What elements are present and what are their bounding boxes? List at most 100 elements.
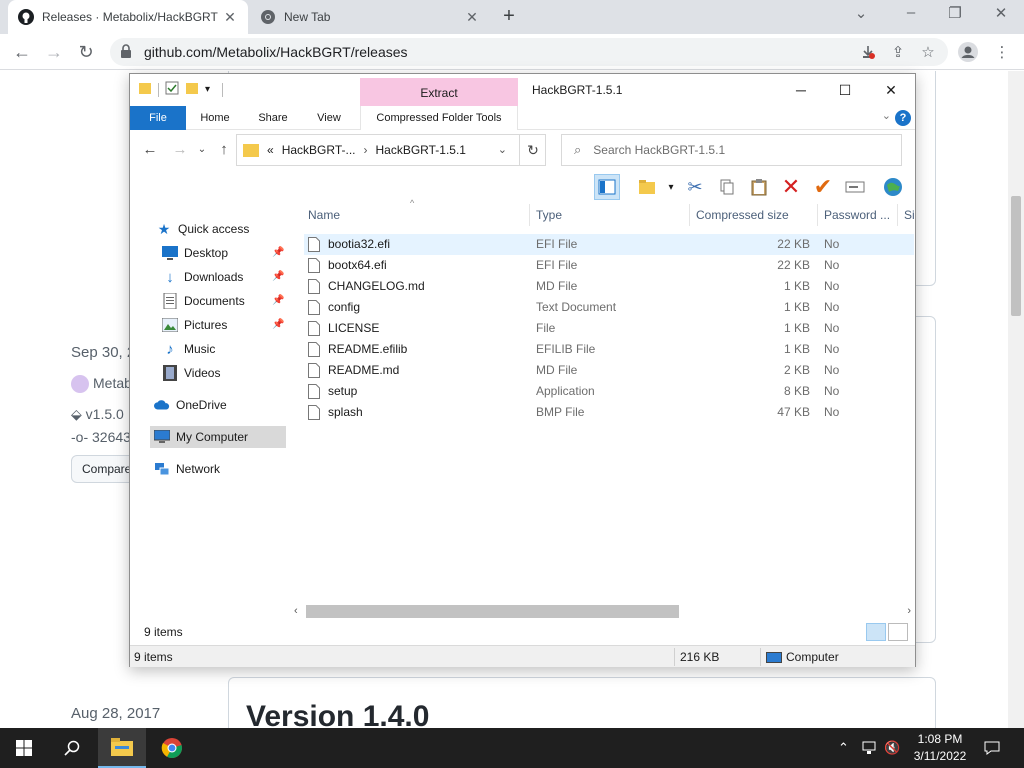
page-scrollbar[interactable] — [1008, 71, 1024, 728]
chevron-right-icon[interactable]: › — [363, 143, 367, 157]
cut-icon[interactable]: ✂ — [682, 174, 708, 200]
column-header-name[interactable]: Name — [308, 204, 528, 226]
breadcrumb-current[interactable]: HackBGRT-1.5.1 — [375, 143, 465, 157]
windows-start-icon[interactable] — [0, 728, 48, 768]
release-commit[interactable]: -o- 32643 — [71, 429, 131, 445]
paste-icon[interactable] — [746, 174, 772, 200]
close-tab-icon[interactable]: ✕ — [464, 9, 480, 26]
checkmark-icon[interactable]: ✔ — [810, 174, 836, 200]
address-bar[interactable]: github.com/Metabolix/HackBGRT/releases — [110, 38, 948, 66]
minimize-icon[interactable]: ─ — [786, 80, 816, 100]
globe-icon[interactable] — [880, 174, 906, 200]
forward-icon[interactable]: → — [170, 140, 190, 160]
share-icon[interactable]: ⇪ — [886, 40, 910, 64]
delete-icon[interactable]: ✕ — [778, 174, 804, 200]
file-explorer-taskbar-icon[interactable] — [98, 728, 146, 768]
new-folder-icon[interactable] — [634, 174, 660, 200]
file-row[interactable]: CHANGELOG.md MD File 1 KB No — [304, 276, 914, 297]
chevron-down-icon[interactable]: ▾ — [658, 174, 684, 200]
file-row[interactable]: bootia32.efi EFI File 22 KB No — [304, 234, 914, 255]
nav-downloads[interactable]: ↓ Downloads — [162, 266, 243, 288]
nav-onedrive[interactable]: OneDrive — [154, 394, 227, 416]
column-divider[interactable] — [897, 204, 898, 226]
column-divider[interactable] — [529, 204, 530, 226]
menu-kebab-icon[interactable]: ⋮ — [990, 40, 1014, 64]
nav-pictures[interactable]: Pictures — [162, 314, 227, 336]
tab-new-tab[interactable]: New Tab ✕ — [250, 0, 490, 34]
pin-icon[interactable]: 📌 — [272, 247, 284, 258]
column-header-compressed-size[interactable]: Compressed size — [696, 204, 816, 226]
back-icon[interactable]: ← — [140, 140, 160, 160]
release-tag[interactable]: ⬙ v1.5.0 — [71, 406, 124, 423]
maximize-icon[interactable]: ☐ — [830, 80, 860, 100]
search-input[interactable]: ⌕ Search HackBGRT-1.5.1 — [561, 134, 902, 166]
pin-icon[interactable]: 📌 — [272, 295, 284, 306]
volume-muted-icon[interactable]: 🔇 — [884, 728, 900, 768]
file-row[interactable]: README.md MD File 2 KB No — [304, 360, 914, 381]
file-row[interactable]: config Text Document 1 KB No — [304, 297, 914, 318]
new-folder-icon[interactable] — [185, 81, 199, 98]
scroll-right-icon[interactable]: › — [907, 603, 911, 620]
system-clock[interactable]: 1:08 PM 3/11/2022 — [905, 731, 975, 765]
column-header-size[interactable]: Si — [904, 204, 916, 226]
nav-network[interactable]: Network — [154, 458, 220, 480]
nav-quick-access[interactable]: ★ Quick access — [156, 218, 250, 240]
file-row[interactable]: bootx64.efi EFI File 22 KB No — [304, 255, 914, 276]
context-tab-extract[interactable]: Extract — [360, 78, 518, 106]
file-row[interactable]: setup Application 8 KB No — [304, 381, 914, 402]
ribbon-tab-file[interactable]: File — [130, 106, 186, 130]
rename-icon[interactable] — [842, 174, 868, 200]
forward-icon[interactable]: → — [42, 40, 66, 64]
ribbon-expand-icon[interactable]: ⌄ — [882, 109, 891, 122]
file-row[interactable]: splash BMP File 47 KB No — [304, 402, 914, 423]
column-header-type[interactable]: Type — [536, 204, 686, 226]
chrome-taskbar-icon[interactable] — [148, 728, 196, 768]
address-bar[interactable]: « HackBGRT-... › HackBGRT-1.5.1 ⌄ — [236, 134, 546, 166]
ribbon-tab-view[interactable]: View — [306, 106, 352, 130]
network-tray-icon[interactable] — [862, 728, 878, 768]
large-icons-view-icon[interactable] — [888, 623, 908, 641]
download-blocked-icon[interactable] — [856, 40, 880, 64]
close-window-icon[interactable]: ✕ — [986, 4, 1016, 22]
nav-videos[interactable]: Videos — [162, 362, 220, 384]
file-row[interactable]: LICENSE File 1 KB No — [304, 318, 914, 339]
pin-icon[interactable]: 📌 — [272, 319, 284, 330]
help-icon[interactable]: ? — [895, 110, 911, 126]
scrollbar-thumb[interactable] — [1011, 196, 1021, 316]
ribbon-tab-home[interactable]: Home — [192, 106, 238, 130]
recent-locations-icon[interactable]: ⌄ — [192, 140, 212, 160]
scroll-left-icon[interactable]: ‹ — [294, 603, 298, 620]
release-author[interactable]: Metab — [71, 375, 132, 394]
ribbon-tab-compressed-folder-tools[interactable]: Compressed Folder Tools — [360, 106, 518, 130]
breadcrumb-overflow[interactable]: « — [267, 143, 274, 157]
nav-desktop[interactable]: Desktop — [162, 242, 228, 264]
bookmark-star-icon[interactable]: ☆ — [916, 40, 940, 64]
pin-icon[interactable]: 📌 — [272, 271, 284, 282]
scrollbar-thumb[interactable] — [306, 605, 679, 618]
back-icon[interactable]: ← — [10, 40, 34, 64]
close-icon[interactable]: ✕ — [876, 80, 906, 100]
nav-my-computer[interactable]: My Computer — [150, 426, 286, 448]
properties-icon[interactable] — [165, 81, 179, 98]
chevron-down-icon[interactable]: ⌄ — [498, 143, 507, 156]
search-icon[interactable] — [48, 728, 96, 768]
restore-icon[interactable]: ❐ — [940, 4, 970, 22]
layout-pane-icon[interactable] — [594, 174, 620, 200]
up-icon[interactable]: ↑ — [214, 140, 234, 160]
nav-music[interactable]: ♪ Music — [162, 338, 215, 360]
ribbon-tab-share[interactable]: Share — [250, 106, 296, 130]
column-header-password[interactable]: Password ... — [824, 204, 896, 226]
column-divider[interactable] — [689, 204, 690, 226]
breadcrumb-parent[interactable]: HackBGRT-... — [282, 143, 356, 157]
nav-documents[interactable]: Documents — [162, 290, 245, 312]
tab-releases[interactable]: Releases · Metabolix/HackBGRT · ✕ — [8, 0, 248, 34]
horizontal-scrollbar[interactable]: ‹ › — [292, 603, 915, 620]
notifications-icon[interactable] — [984, 728, 1000, 768]
close-tab-icon[interactable]: ✕ — [222, 9, 238, 26]
new-tab-button[interactable]: + — [498, 6, 520, 28]
file-row[interactable]: README.efilib EFILIB File 1 KB No — [304, 339, 914, 360]
qat-dropdown-icon[interactable]: ▾ — [205, 84, 210, 95]
reload-icon[interactable]: ↻ — [74, 40, 98, 64]
profile-avatar-icon[interactable] — [956, 40, 980, 64]
refresh-icon[interactable]: ↻ — [519, 134, 546, 166]
